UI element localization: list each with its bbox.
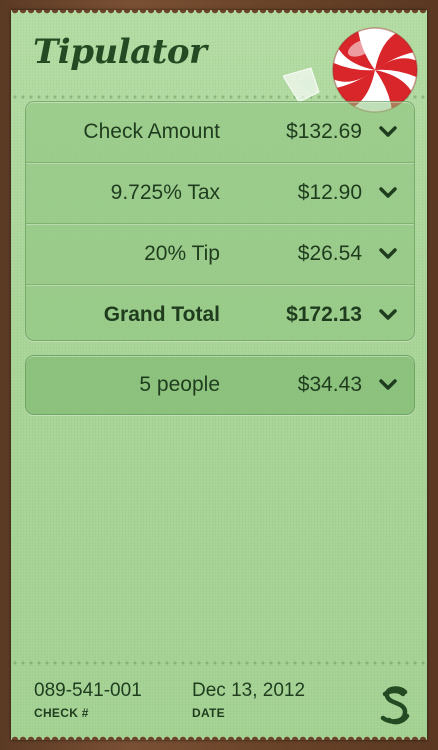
tax-label: 9.725% Tax (110, 181, 220, 204)
footer-perforation (11, 660, 427, 666)
split-people-row[interactable]: 5 people $34.43 (26, 356, 414, 414)
script-s-icon[interactable] (377, 684, 413, 728)
tax-value: $12.90 (297, 181, 362, 204)
check-amount-row[interactable]: Check Amount $132.69 (26, 102, 414, 162)
check-number-value: 089-541-001 (34, 680, 142, 701)
date-value: Dec 13, 2012 (192, 680, 306, 701)
app-logo-title: Tipulator (33, 32, 207, 72)
bill-breakdown-group: Check Amount $132.69 9.725% Tax $12.90 2… (25, 101, 415, 341)
tip-label: 20% Tip (144, 242, 220, 265)
grand-total-row[interactable]: Grand Total $172.13 (26, 284, 414, 345)
chevron-down-icon[interactable] (378, 125, 398, 139)
per-person-value: $34.43 (297, 373, 362, 396)
chevron-down-icon[interactable] (378, 247, 398, 261)
date-caption: DATE (192, 706, 225, 720)
tip-value: $26.54 (297, 242, 362, 265)
chevron-down-icon[interactable] (378, 186, 398, 200)
grand-total-label: Grand Total (103, 303, 220, 326)
receipt-paper: Tipulator Check Amount $132.69 9.725% Ta… (11, 10, 427, 740)
people-count-label: 5 people (139, 373, 220, 396)
grand-total-value: $172.13 (286, 303, 362, 326)
check-amount-label: Check Amount (83, 120, 220, 143)
top-perforation (11, 10, 427, 16)
split-group: 5 people $34.43 (25, 355, 415, 415)
check-number-caption: CHECK # (34, 706, 89, 720)
tax-row[interactable]: 9.725% Tax $12.90 (26, 162, 414, 223)
chevron-down-icon[interactable] (378, 308, 398, 322)
tip-row[interactable]: 20% Tip $26.54 (26, 223, 414, 284)
chevron-down-icon[interactable] (378, 378, 398, 392)
check-amount-value: $132.69 (286, 120, 362, 143)
receipt-footer: 089-541-001 CHECK # Dec 13, 2012 DATE (11, 670, 427, 740)
